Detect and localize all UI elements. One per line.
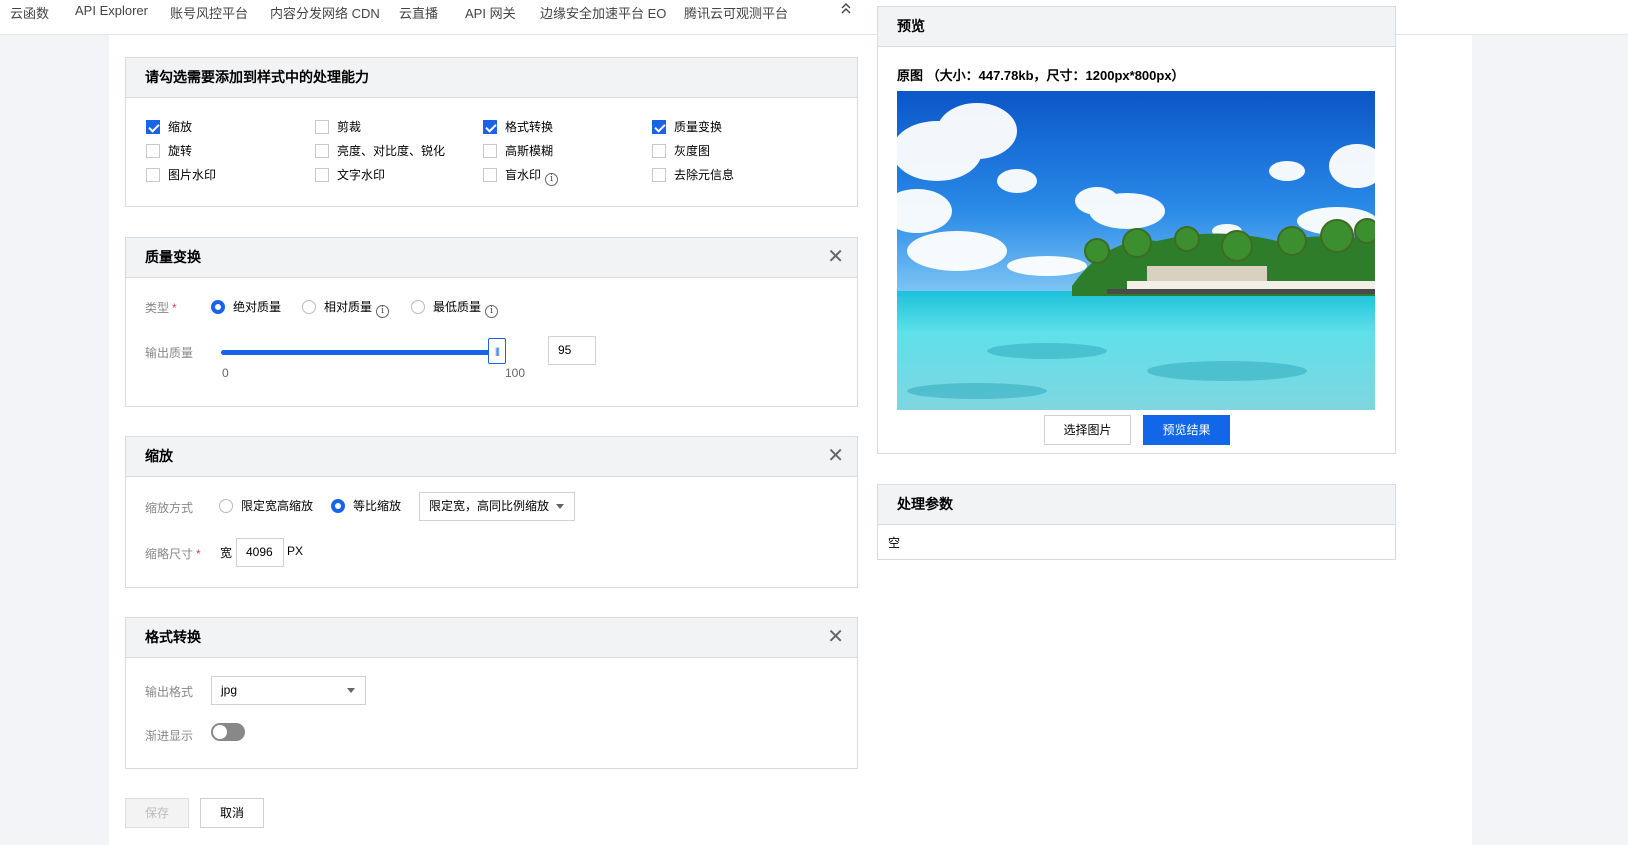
radio-proportional[interactable]: 等比缩放 [331,498,401,514]
preview-panel: 预览 原图 （大小：447.78kb，尺寸：1200px*800px） 选择图片… [877,6,1396,454]
radio-lowest-quality[interactable]: 最低质量 i [411,299,499,318]
checkbox-image-watermark[interactable]: 图片水印 [146,167,216,183]
quality-panel: 质量变换 ✕ 类型 * 绝对质量 相对质量 i 最低质量 i 输出质量 ||| 0 1… [125,237,858,407]
width-input[interactable]: 4096 [236,538,284,567]
radio-absolute-quality[interactable]: 绝对质量 [211,299,281,315]
info-icon[interactable]: i [485,305,499,318]
capabilities-panel: 请勾选需要添加到样式中的处理能力 缩放 剪裁 格式转换 质量变换 旋转 亮度、对… [125,57,858,207]
quality-value-input[interactable]: 95 [548,336,596,365]
scale-title: 缩放 [145,448,173,464]
checkbox-checked-icon [146,120,160,134]
radio-fixed-wh[interactable]: 限定宽高缩放 [219,498,313,514]
radio-selected-icon [211,300,225,314]
slider-handle[interactable]: ||| [488,338,506,364]
checkbox-icon [315,120,329,134]
double-chevron-up-icon[interactable] [840,1,852,18]
slider-max-label: 100 [505,366,526,380]
output-format-label: 输出格式 [145,685,194,699]
close-icon[interactable]: ✕ [827,437,844,476]
quality-title: 质量变换 [145,249,201,265]
checkbox-strip-metadata[interactable]: 去除元信息 [652,167,734,183]
slider-min-label: 0 [222,366,229,380]
nav-item-eo[interactable]: 边缘安全加速平台 EO [540,3,666,22]
info-icon[interactable]: i [545,173,559,186]
scale-mode-label: 缩放方式 [145,501,194,515]
params-content: 空 [888,536,901,550]
progressive-toggle[interactable] [211,723,245,741]
checkbox-scale[interactable]: 缩放 [146,119,192,135]
nav-item-apigw[interactable]: API 网关 [465,3,516,22]
checkbox-blind-watermark[interactable]: 盲水印 i [483,167,559,186]
save-button[interactable]: 保存 [125,798,189,828]
format-panel: 格式转换 ✕ 输出格式 jpg 渐进显示 [125,617,858,769]
checkbox-brightness[interactable]: 亮度、对比度、锐化 [315,143,445,159]
radio-relative-quality[interactable]: 相对质量 i [302,299,390,318]
scale-panel-header: 缩放 ✕ [126,437,857,477]
checkbox-checked-icon [483,120,497,134]
width-prefix: 宽 [220,546,233,560]
quality-panel-header: 质量变换 ✕ [126,238,857,278]
quality-slider[interactable]: ||| [221,338,511,368]
select-image-button[interactable]: 选择图片 [1044,415,1131,445]
thumbnail-size-label: 缩略尺寸 * [145,547,201,561]
nav-item-monitor[interactable]: 腾讯云可观测平台 [684,3,788,22]
nav-item-api-explorer[interactable]: API Explorer [75,3,148,18]
params-panel: 处理参数 空 [877,484,1396,560]
checkbox-icon [483,168,497,182]
checkbox-icon [146,168,160,182]
params-title: 处理参数 [878,485,1395,525]
close-icon[interactable]: ✕ [827,238,844,277]
checkbox-icon [315,168,329,182]
cancel-button[interactable]: 取消 [200,798,264,828]
checkbox-checked-icon [652,120,666,134]
format-title: 格式转换 [145,629,201,645]
checkbox-format[interactable]: 格式转换 [483,119,553,135]
nav-item-risk[interactable]: 账号风控平台 [170,3,248,22]
preview-title: 预览 [878,7,1395,47]
unit-label: PX [287,544,304,558]
output-quality-label: 输出质量 [145,346,194,360]
format-panel-header: 格式转换 ✕ [126,618,857,658]
checkbox-icon [652,144,666,158]
checkbox-text-watermark[interactable]: 文字水印 [315,167,385,183]
checkbox-icon [652,168,666,182]
radio-selected-icon [331,499,345,513]
checkbox-grayscale[interactable]: 灰度图 [652,143,710,159]
tropical-beach-image [897,91,1375,410]
checkbox-quality[interactable]: 质量变换 [652,119,722,135]
checkbox-crop[interactable]: 剪裁 [315,119,361,135]
chevron-down-icon [347,688,355,693]
close-icon[interactable]: ✕ [827,618,844,657]
radio-icon [302,300,316,314]
output-format-select[interactable]: jpg [211,676,366,705]
quality-type-label: 类型 * [145,301,177,315]
checkbox-blur[interactable]: 高斯模糊 [483,143,553,159]
checkbox-rotate[interactable]: 旋转 [146,143,192,159]
nav-item-cdn[interactable]: 内容分发网络 CDN [270,3,380,22]
scale-mode-select[interactable]: 限定宽，高同比例缩放 [419,492,575,521]
chevron-down-icon [556,504,564,509]
slider-track [221,350,497,355]
nav-item-scf[interactable]: 云函数 [10,3,49,22]
checkbox-icon [146,144,160,158]
radio-icon [219,499,233,513]
scale-panel: 缩放 ✕ 缩放方式 限定宽高缩放 等比缩放 限定宽，高同比例缩放 缩略尺寸 * 宽… [125,436,858,588]
capabilities-title: 请勾选需要添加到样式中的处理能力 [126,58,857,98]
nav-item-live[interactable]: 云直播 [399,3,438,22]
checkbox-icon [315,144,329,158]
radio-icon [411,300,425,314]
checkbox-icon [483,144,497,158]
progressive-label: 渐进显示 [145,729,194,743]
preview-result-button[interactable]: 预览结果 [1143,415,1230,445]
original-image-info: 原图 （大小：447.78kb，尺寸：1200px*800px） [897,68,1185,83]
info-icon[interactable]: i [376,305,390,318]
